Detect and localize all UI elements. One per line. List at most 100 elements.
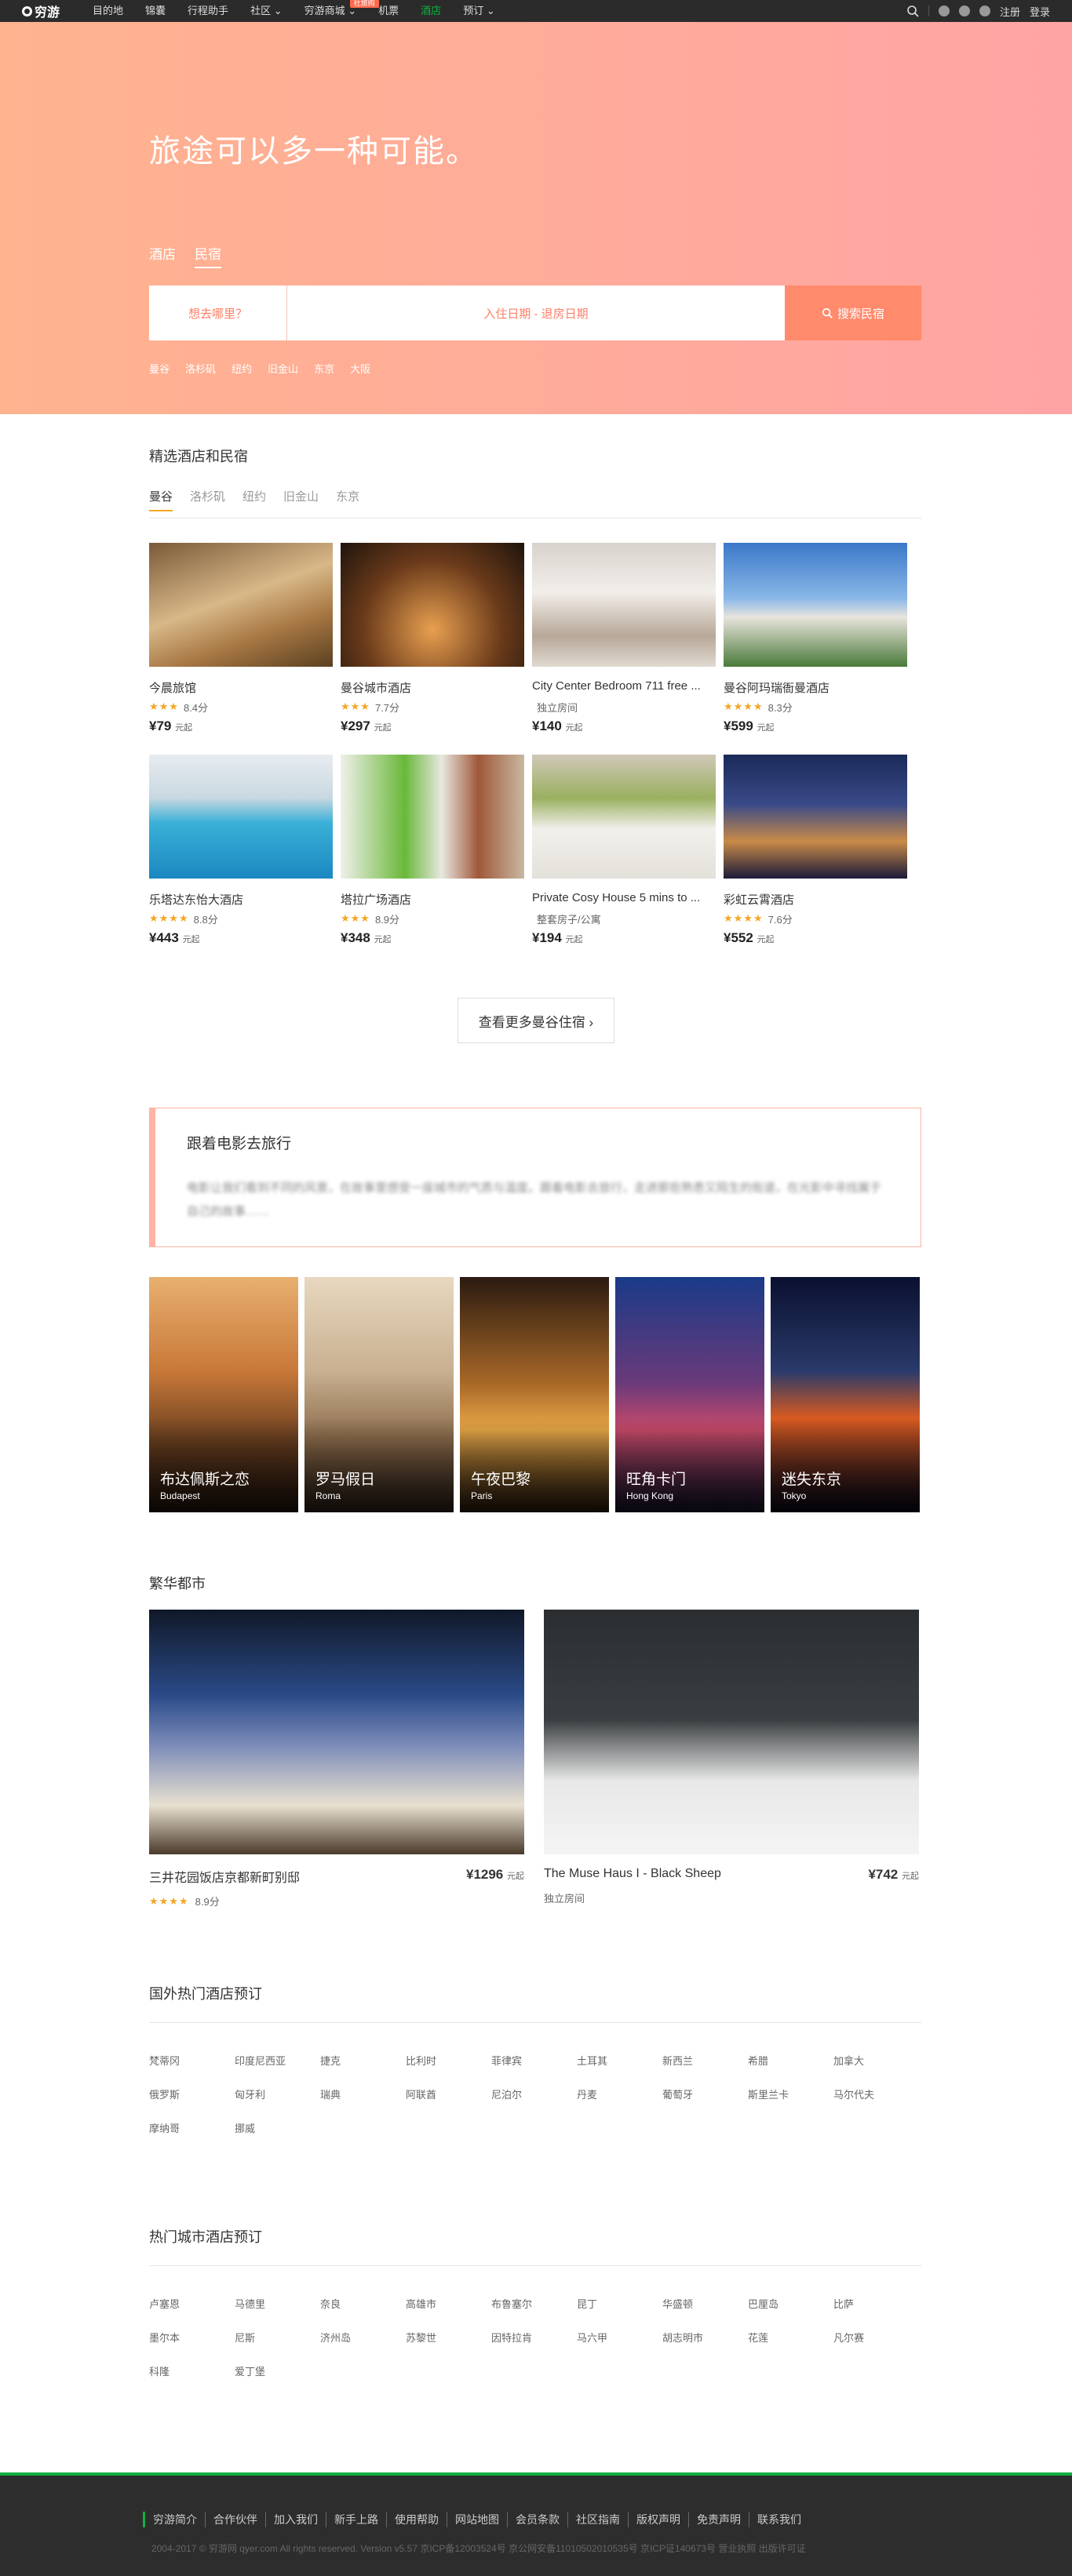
search-button[interactable]: 搜索民宿 [785, 286, 921, 340]
country-link[interactable]: 梵蒂冈 [149, 2053, 235, 2068]
country-link[interactable]: 摩纳哥 [149, 2120, 235, 2135]
featured-hotel-card[interactable]: 三井花园饭店京都新町别邸 ¥1296 元起 ★★★★ 8.9分 [149, 1610, 524, 1908]
featured-hotel-card[interactable]: The Muse Haus I - Black Sheep ¥742 元起 独立房… [544, 1610, 919, 1905]
nav-mall[interactable]: 穷游商城 ⌄ 社旅购 [294, 0, 379, 22]
city-link[interactable]: 凡尔赛 [833, 2330, 919, 2345]
hotel-card[interactable]: Private Cosy House 5 mins to ... 整套房子/公寓… [532, 755, 716, 946]
footer-link[interactable]: 会员条款 [507, 2512, 567, 2527]
footer-link[interactable]: 使用帮助 [386, 2512, 447, 2527]
weibo-icon[interactable] [938, 5, 950, 16]
tab-los-angeles[interactable]: 洛杉矶 [190, 488, 225, 511]
nav-flights[interactable]: 机票 [367, 0, 410, 22]
city-link[interactable]: 花莲 [748, 2330, 833, 2345]
country-link[interactable]: 俄罗斯 [149, 2087, 235, 2101]
footer-link[interactable]: 网站地图 [447, 2512, 507, 2527]
hotel-card[interactable]: 塔拉广场酒店 ★★★ 8.9分 ¥348 元起 [341, 755, 524, 946]
register-link[interactable]: 注册 [1000, 4, 1020, 19]
country-link[interactable]: 斯里兰卡 [748, 2087, 833, 2101]
country-link[interactable]: 新西兰 [662, 2053, 748, 2068]
city-link[interactable]: 洛杉矶 [185, 361, 216, 376]
country-link[interactable]: 马尔代夫 [833, 2087, 919, 2101]
city-link[interactable]: 巴厘岛 [748, 2296, 833, 2311]
city-link[interactable]: 奈良 [320, 2296, 406, 2311]
hotel-card[interactable]: 曼谷阿玛瑞衙曼酒店 ★★★★ 8.3分 ¥599 元起 [724, 543, 907, 734]
site-logo[interactable]: 穷游 [22, 2, 60, 20]
wechat-icon[interactable] [979, 5, 990, 16]
search-icon[interactable] [906, 5, 919, 17]
city-link[interactable]: 华盛顿 [662, 2296, 748, 2311]
city-link[interactable]: 科隆 [149, 2363, 235, 2378]
star-rating: ★★★★ [149, 1894, 189, 1907]
nav-destination[interactable]: 目的地 [82, 0, 134, 22]
country-link[interactable]: 尼泊尔 [491, 2087, 577, 2101]
nav-planner[interactable]: 行程助手 [177, 0, 239, 22]
login-link[interactable]: 登录 [1030, 4, 1050, 19]
destination-input[interactable]: 想去哪里？ [149, 286, 287, 340]
footer-link[interactable]: 免责声明 [688, 2512, 749, 2527]
country-link[interactable]: 瑞典 [320, 2087, 406, 2101]
city-link[interactable]: 卢塞恩 [149, 2296, 235, 2311]
country-link[interactable]: 捷克 [320, 2053, 406, 2068]
city-link[interactable]: 曼谷 [149, 361, 170, 376]
country-link[interactable]: 希腊 [748, 2053, 833, 2068]
date-range-input[interactable]: 入住日期 - 退房日期 [287, 286, 785, 340]
city-link[interactable]: 爱丁堡 [235, 2363, 320, 2378]
tab-homestay[interactable]: 民宿 [195, 243, 221, 268]
city-link[interactable]: 东京 [314, 361, 334, 376]
tab-hotel[interactable]: 酒店 [149, 243, 176, 268]
country-link[interactable]: 丹麦 [577, 2087, 662, 2101]
footer-link[interactable]: 版权声明 [628, 2512, 688, 2527]
nav-hotels[interactable]: 酒店 [410, 0, 452, 22]
city-link[interactable]: 墨尔本 [149, 2330, 235, 2345]
country-link[interactable]: 菲律宾 [491, 2053, 577, 2068]
country-link[interactable]: 挪威 [235, 2120, 320, 2135]
country-link[interactable]: 匈牙利 [235, 2087, 320, 2101]
city-link[interactable]: 胡志明市 [662, 2330, 748, 2345]
country-link[interactable]: 加拿大 [833, 2053, 919, 2068]
nav-community[interactable]: 社区 ⌄ [239, 0, 294, 22]
hotel-card[interactable]: 曼谷城市酒店 ★★★ 7.7分 ¥297 元起 [341, 543, 524, 734]
country-link[interactable]: 葡萄牙 [662, 2087, 748, 2101]
tab-bangkok[interactable]: 曼谷 [149, 488, 173, 511]
footer-link[interactable]: 联系我们 [749, 2512, 809, 2527]
tab-san-francisco[interactable]: 旧金山 [283, 488, 319, 511]
footer-link[interactable]: 社区指南 [567, 2512, 628, 2527]
city-link[interactable]: 苏黎世 [406, 2330, 491, 2345]
movie-card-roma[interactable]: 罗马假日 Roma [304, 1277, 454, 1512]
footer-link[interactable]: 穷游简介 [143, 2512, 205, 2527]
footer-link[interactable]: 加入我们 [265, 2512, 326, 2527]
city-link[interactable]: 济州岛 [320, 2330, 406, 2345]
tab-tokyo[interactable]: 东京 [336, 488, 359, 511]
tab-new-york[interactable]: 纽约 [242, 488, 266, 511]
country-link[interactable]: 印度尼西亚 [235, 2053, 320, 2068]
city-link[interactable]: 旧金山 [268, 361, 298, 376]
country-link[interactable]: 阿联酋 [406, 2087, 491, 2101]
movie-card-hongkong[interactable]: 旺角卡门 Hong Kong [615, 1277, 764, 1512]
city-link[interactable]: 马德里 [235, 2296, 320, 2311]
qq-icon[interactable] [958, 5, 970, 16]
city-link[interactable]: 大阪 [350, 361, 370, 376]
country-link[interactable]: 土耳其 [577, 2053, 662, 2068]
search-bar: 想去哪里？ 入住日期 - 退房日期 搜索民宿 [149, 286, 921, 340]
movie-card-budapest[interactable]: 布达佩斯之恋 Budapest [149, 1277, 298, 1512]
city-link[interactable]: 高雄市 [406, 2296, 491, 2311]
city-link[interactable]: 比萨 [833, 2296, 919, 2311]
hotel-card[interactable]: 乐塔达东怡大酒店 ★★★★ 8.8分 ¥443 元起 [149, 755, 333, 946]
footer-link[interactable]: 合作伙伴 [205, 2512, 265, 2527]
country-link[interactable]: 比利时 [406, 2053, 491, 2068]
city-link[interactable]: 马六甲 [577, 2330, 662, 2345]
movie-card-paris[interactable]: 午夜巴黎 Paris [460, 1277, 609, 1512]
movie-card-tokyo[interactable]: 迷失东京 Tokyo [771, 1277, 920, 1512]
hotel-card[interactable]: 今晨旅馆 ★★★ 8.4分 ¥79 元起 [149, 543, 333, 734]
hotel-card[interactable]: City Center Bedroom 711 free ... 独立房间 ¥1… [532, 543, 716, 734]
city-link[interactable]: 纽约 [232, 361, 252, 376]
nav-guides[interactable]: 锦囊 [134, 0, 177, 22]
city-link[interactable]: 因特拉肯 [491, 2330, 577, 2345]
footer-link[interactable]: 新手上路 [326, 2512, 386, 2527]
city-link[interactable]: 布鲁塞尔 [491, 2296, 577, 2311]
city-link[interactable]: 昆丁 [577, 2296, 662, 2311]
hotel-card[interactable]: 彩虹云霄酒店 ★★★★ 7.6分 ¥552 元起 [724, 755, 907, 946]
more-stays-button[interactable]: 查看更多曼谷住宿 › [458, 998, 614, 1043]
nav-booking[interactable]: 预订 ⌄ [452, 0, 506, 22]
city-link[interactable]: 尼斯 [235, 2330, 320, 2345]
